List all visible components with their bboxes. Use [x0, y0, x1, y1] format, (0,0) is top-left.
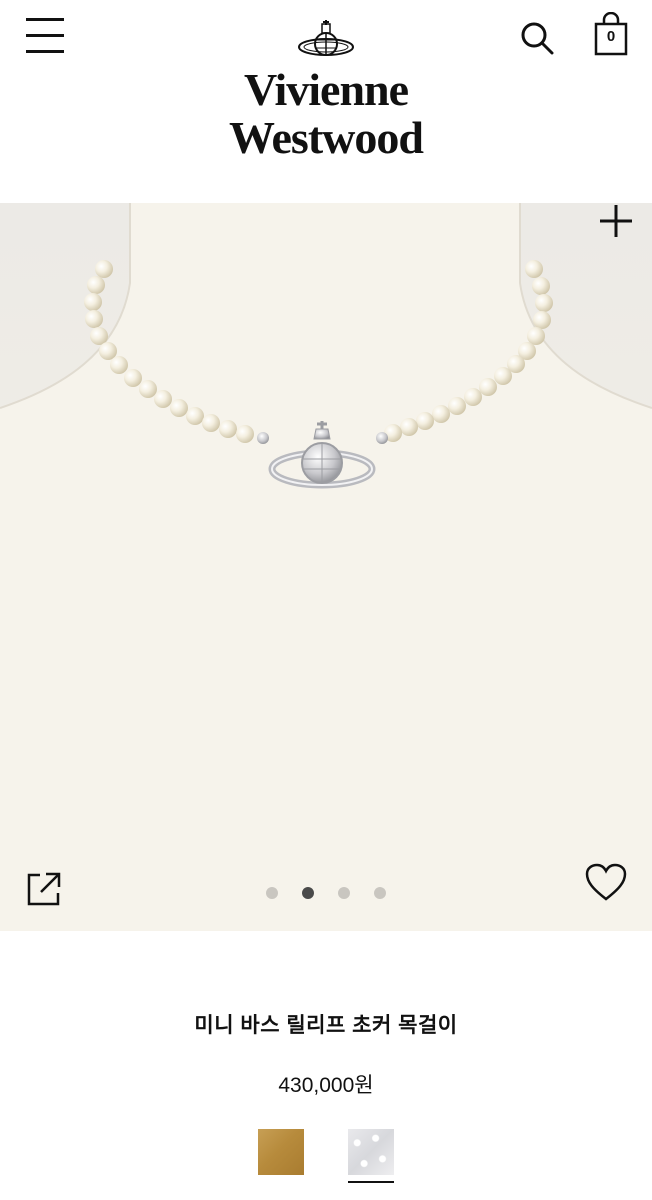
orb-logo-icon[interactable] — [296, 20, 356, 62]
bag-count-badge: 0 — [606, 28, 616, 45]
carousel-pagination — [262, 887, 392, 901]
brand-wordmark[interactable]: Vivienne Westwood — [196, 66, 456, 162]
site-header: Vivienne Westwood 0 — [0, 0, 652, 203]
carousel-dot-4[interactable] — [374, 887, 386, 899]
brand-line-1: Vivienne — [243, 64, 409, 115]
brand-line-2: Westwood — [229, 112, 424, 163]
product-info: 미니 바스 릴리프 초커 목걸이 430,000원 — [0, 931, 652, 1200]
carousel-dot-2[interactable] — [302, 887, 314, 899]
shopping-bag-button[interactable]: 0 — [594, 12, 628, 56]
product-price: 430,000원 — [278, 1074, 374, 1097]
carousel-dot-3[interactable] — [338, 887, 350, 899]
product-name: 미니 바스 릴리프 초커 목걸이 — [194, 1014, 458, 1037]
carousel-dot-1[interactable] — [266, 887, 278, 899]
color-swatch-silver[interactable] — [348, 1129, 394, 1175]
color-swatch-gold[interactable] — [258, 1129, 304, 1175]
hamburger-menu-icon[interactable] — [26, 18, 66, 54]
product-photo — [0, 203, 652, 931]
heart-icon[interactable] — [585, 863, 627, 903]
plus-icon[interactable] — [596, 203, 636, 243]
search-icon[interactable] — [520, 20, 554, 56]
share-external-icon[interactable] — [26, 871, 62, 907]
product-image-gallery[interactable] — [0, 203, 652, 931]
selected-swatch-indicator — [348, 1181, 394, 1183]
